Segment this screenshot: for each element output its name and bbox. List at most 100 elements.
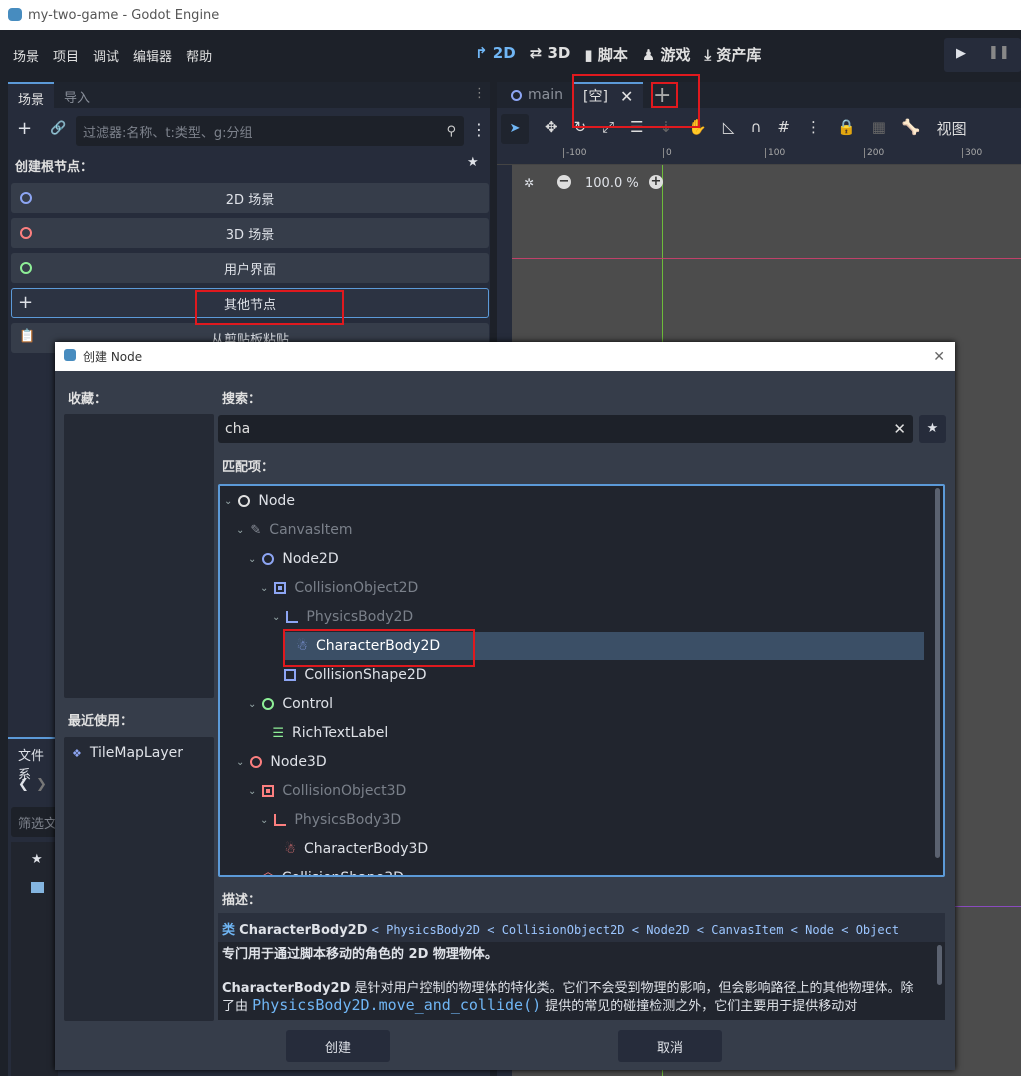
expand-chevron-icon[interactable]: ⌄	[248, 873, 256, 876]
bone-icon[interactable]: 🦴	[902, 118, 921, 139]
tree-item[interactable]: ☰ RichTextLabel	[260, 719, 388, 747]
expand-chevron-icon[interactable]	[272, 670, 278, 681]
tree-item[interactable]: ⌄ PhysicsBody3D	[260, 806, 401, 834]
more-icon[interactable]: ⋮	[471, 120, 487, 139]
root-2d-scene-button[interactable]: 2D 场景	[11, 183, 489, 213]
pan-tool-icon[interactable]: ✋	[688, 118, 707, 139]
tree-item[interactable]: CollisionShape2D	[272, 661, 427, 689]
method-link[interactable]: PhysicsBody2D.move_and_collide()	[252, 996, 541, 1014]
grid-snap-icon[interactable]: #	[777, 118, 790, 139]
shape3d-icon: ⬡	[262, 871, 273, 876]
tree-item[interactable]: ⌄ CollisionObject2D	[260, 574, 418, 602]
tab-script[interactable]: ▮ 脚本	[584, 44, 627, 65]
zoom-level[interactable]: 100.0 %	[585, 176, 639, 191]
scene-tab-main[interactable]: main	[507, 82, 567, 108]
menu-debug[interactable]: 调试	[86, 46, 126, 65]
tab-filesystem[interactable]: 文件系	[8, 737, 58, 789]
scene-tab-empty[interactable]: [空] ✕	[573, 82, 643, 108]
tree-item[interactable]: ⌄ Node3D	[236, 748, 327, 776]
list-select-icon[interactable]: ☰	[630, 118, 643, 139]
body-icon	[274, 814, 287, 826]
close-tab-icon[interactable]: ✕	[620, 87, 633, 106]
tab-assetlib[interactable]: ⤓ 资产库	[705, 44, 762, 65]
add-node-icon[interactable]: +	[17, 118, 32, 139]
expand-chevron-icon[interactable]	[284, 641, 290, 652]
tab-game[interactable]: ♟ 游戏	[642, 44, 691, 65]
filesystem-filter-input[interactable]: 筛选文	[11, 807, 58, 837]
tree-item[interactable]: ⌄ Node2D	[248, 545, 339, 573]
ruler-tool-icon[interactable]: ◺	[723, 118, 735, 139]
tree-item[interactable]: ☃ CharacterBody3D	[272, 835, 428, 863]
scene-filter-input[interactable]: 过滤器:名称、t:类型、g:分组 ⚲	[76, 116, 464, 146]
smart-snap-icon[interactable]: ∩	[750, 118, 761, 139]
lock-icon[interactable]: 🔒	[837, 118, 856, 139]
matches-tree[interactable]: ⌄ Node ⌄ ✎ CanvasItem ⌄ Node2D ⌄ CollisionObject…	[218, 484, 945, 877]
menu-editor[interactable]: 编辑器	[126, 46, 179, 65]
description-scrollbar[interactable]	[937, 945, 942, 985]
tree-item[interactable]: ⌄ ⬡ CollisionShape3D	[248, 864, 404, 876]
tree-item-label: PhysicsBody2D	[306, 609, 414, 625]
tree-item[interactable]: ⌄ Control	[248, 690, 333, 718]
expand-chevron-icon[interactable]	[272, 844, 278, 855]
character-icon: ☃	[296, 638, 309, 654]
menu-scene[interactable]: 场景	[6, 46, 46, 65]
clear-icon[interactable]: ✕	[893, 420, 906, 438]
root-3d-scene-button[interactable]: 3D 场景	[11, 218, 489, 248]
view-menu[interactable]: 视图	[937, 118, 967, 139]
menu-project[interactable]: 项目	[46, 46, 86, 65]
recent-item[interactable]: ❖ TileMapLayer	[64, 737, 214, 769]
favorite-toggle-button[interactable]: ★	[919, 415, 946, 443]
expand-chevron-icon[interactable]: ⌄	[272, 612, 280, 623]
scale-tool-icon[interactable]: ⤢	[602, 118, 614, 139]
tab-import[interactable]: 导入	[54, 82, 100, 108]
button-label: 3D 场景	[225, 227, 275, 243]
tree-scrollbar[interactable]	[935, 488, 940, 858]
inheritance-links[interactable]: < PhysicsBody2D < CollisionObject2D < No…	[372, 923, 899, 937]
close-icon[interactable]: ✕	[933, 349, 945, 365]
select-tool-icon[interactable]: ➤	[501, 114, 529, 144]
expand-chevron-icon[interactable]	[260, 728, 266, 739]
menu-help[interactable]: 帮助	[179, 46, 219, 65]
cancel-button[interactable]: 取消	[618, 1030, 722, 1062]
dock-menu-icon[interactable]: ⋮	[469, 82, 490, 108]
favorites-star-icon: ★	[31, 852, 43, 867]
pause-icon[interactable]: ❚❚	[988, 45, 1010, 60]
back-icon[interactable]: ❮	[18, 777, 29, 792]
godot-logo-icon	[8, 8, 22, 21]
tree-item[interactable]: ☃ CharacterBody2D	[284, 632, 924, 660]
expand-chevron-icon[interactable]: ⌄	[236, 525, 244, 536]
expand-chevron-icon[interactable]: ⌄	[248, 786, 256, 797]
expand-chevron-icon[interactable]: ⌄	[260, 583, 268, 594]
tab-3d[interactable]: ⇄ 3D	[530, 44, 571, 65]
tree-item[interactable]: ⌄ PhysicsBody2D	[272, 603, 413, 631]
play-icon[interactable]: ▶	[956, 46, 966, 61]
tree-item[interactable]: ⌄ CollisionObject3D	[248, 777, 406, 805]
zoom-in-icon[interactable]: +	[649, 175, 663, 189]
tree-item[interactable]: ⌄ Node	[224, 487, 295, 515]
class-name: CharacterBody2D	[239, 923, 368, 938]
create-button[interactable]: 创建	[286, 1030, 390, 1062]
move-tool-icon[interactable]: ✥	[545, 118, 558, 139]
search-input[interactable]: cha ✕	[218, 415, 913, 443]
center-view-icon[interactable]: ✲	[524, 176, 534, 190]
root-other-node-button[interactable]: + 其他节点	[11, 288, 489, 318]
favorites-list[interactable]	[64, 414, 214, 698]
expand-chevron-icon[interactable]: ⌄	[248, 699, 256, 710]
tree-item[interactable]: ⌄ ✎ CanvasItem	[236, 516, 353, 544]
expand-chevron-icon[interactable]: ⌄	[248, 554, 256, 565]
expand-chevron-icon[interactable]: ⌄	[260, 815, 268, 826]
snap-options-icon[interactable]: ⋮	[806, 118, 821, 139]
expand-chevron-icon[interactable]: ⌄	[236, 757, 244, 768]
root-ui-button[interactable]: 用户界面	[11, 253, 489, 283]
new-scene-tab-button[interactable]: +	[653, 82, 671, 108]
link-icon[interactable]: 🔗	[50, 121, 66, 136]
tab-scene[interactable]: 场景	[8, 82, 55, 108]
expand-chevron-icon[interactable]: ⌄	[224, 496, 232, 507]
pivot-icon[interactable]: ⇣	[660, 118, 673, 139]
zoom-out-icon[interactable]: −	[557, 175, 571, 189]
group-icon[interactable]: ▦	[872, 118, 886, 139]
tab-2d[interactable]: ↱ 2D	[475, 44, 516, 65]
forward-icon[interactable]: ❯	[36, 777, 47, 792]
rotate-tool-icon[interactable]: ↻	[574, 118, 587, 139]
favorite-star-icon[interactable]: ★	[467, 155, 479, 170]
